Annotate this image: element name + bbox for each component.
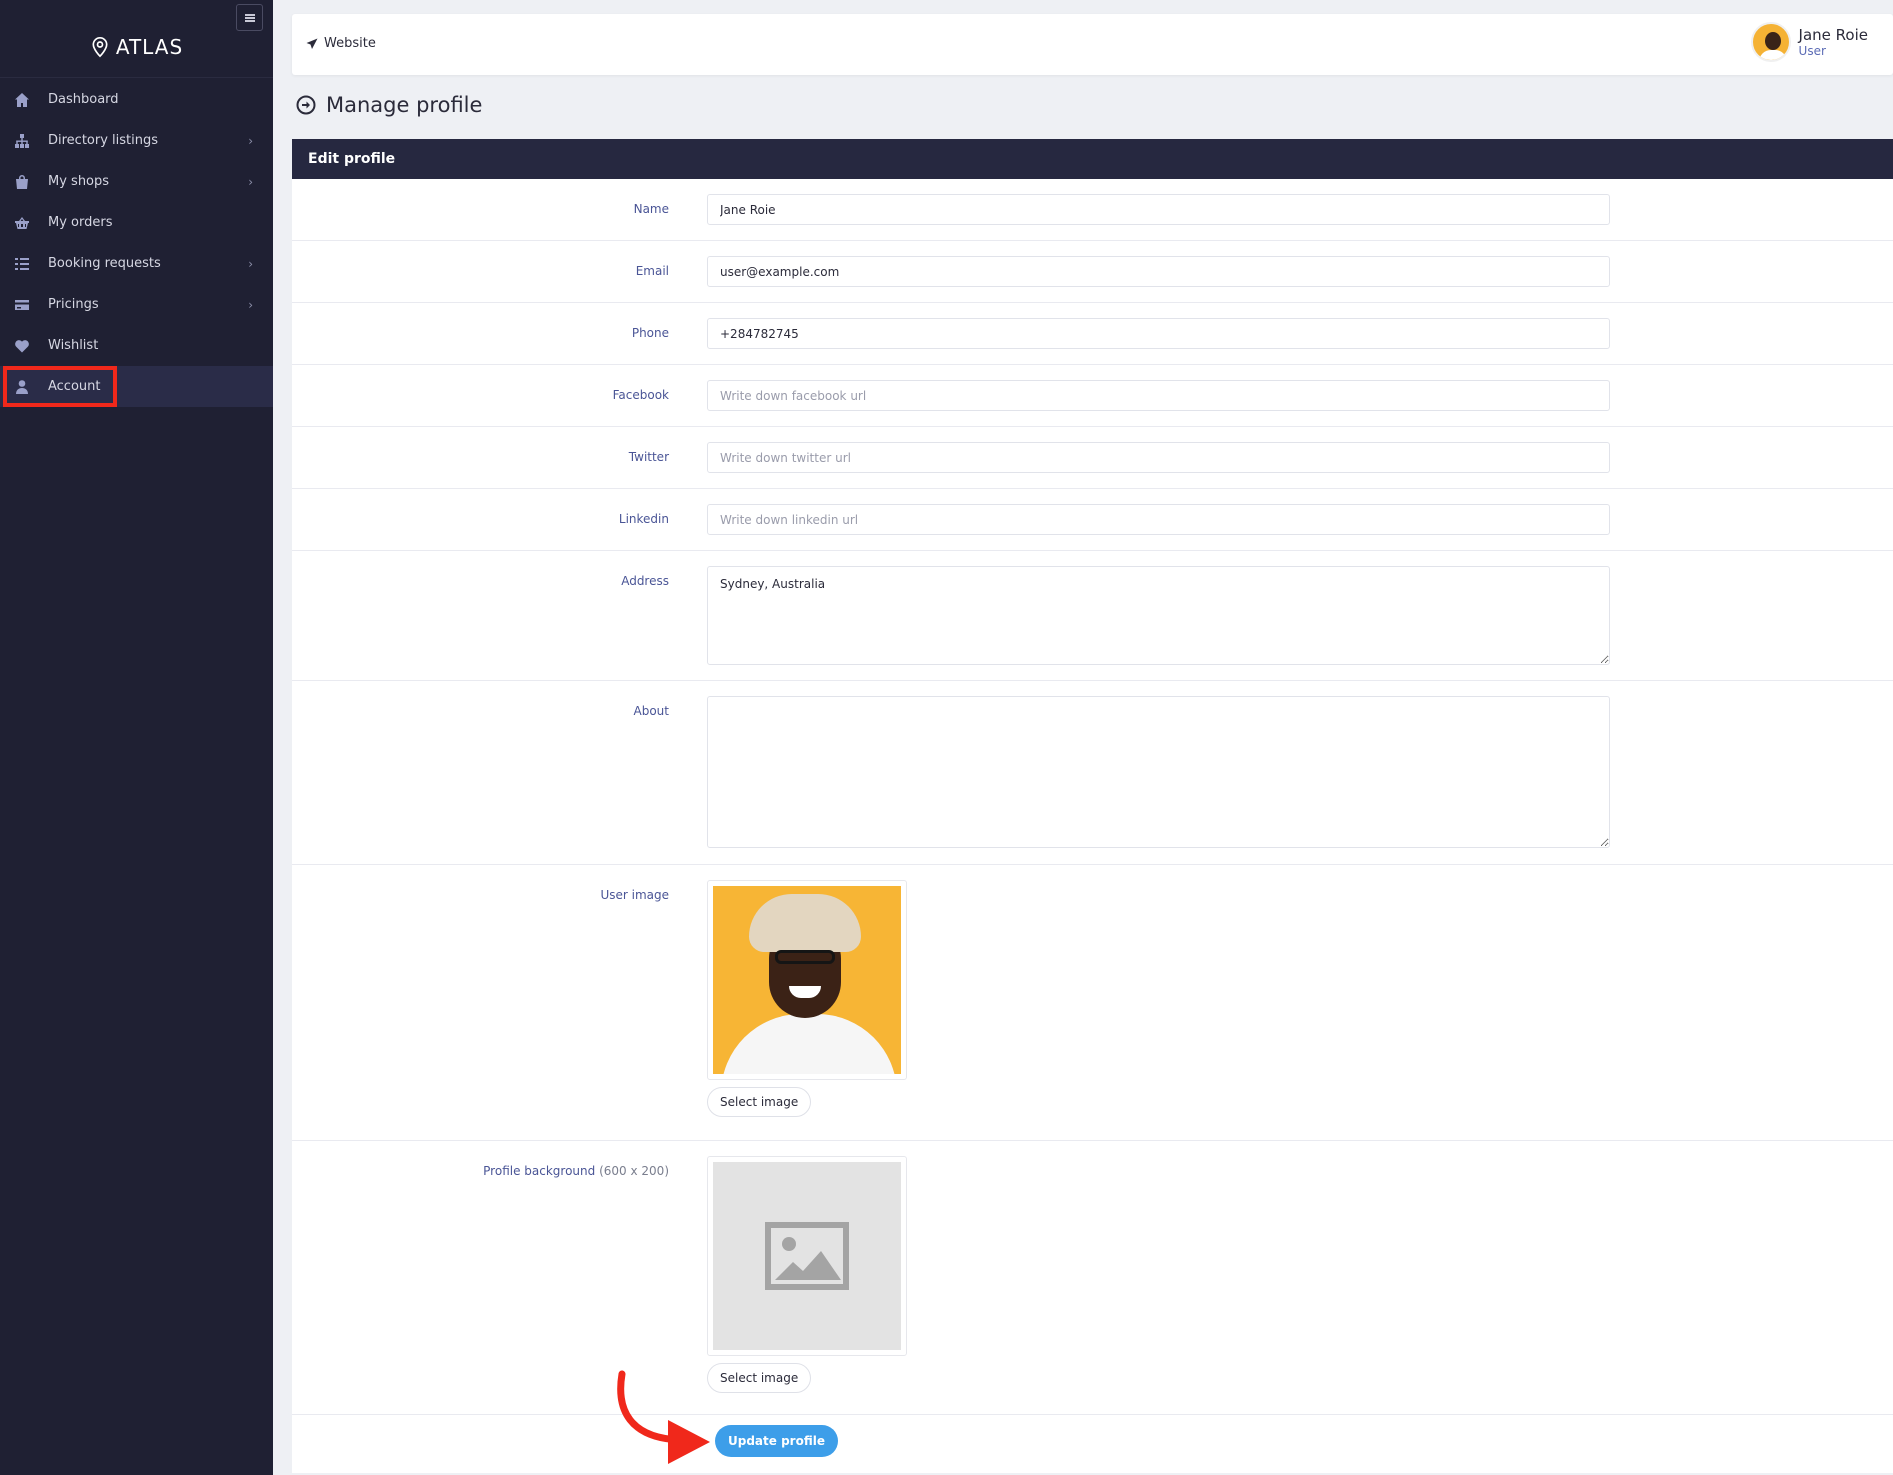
sidebar-item-booking-requests[interactable]: Booking requests ›	[0, 243, 273, 284]
arrow-circle-right-icon	[296, 95, 316, 115]
sidebar-item-label: Directory listings	[48, 133, 159, 148]
form-row-facebook: Facebook	[292, 365, 1893, 427]
sidebar-item-label: Pricings	[48, 297, 99, 312]
edit-profile-card: Edit profile Name Email Phone Facebook T…	[292, 139, 1893, 1473]
sidebar-item-wishlist[interactable]: Wishlist	[0, 325, 273, 366]
sidebar: ATLAS Dashboard Directory listings › My …	[0, 0, 273, 1475]
menu-icon	[244, 13, 255, 22]
form-row-about: About	[292, 681, 1893, 865]
sidebar-item-dashboard[interactable]: Dashboard	[0, 79, 273, 120]
credit-card-icon	[12, 295, 32, 315]
form-row-linkedin: Linkedin	[292, 489, 1893, 551]
select-user-image-button[interactable]: Select image	[707, 1087, 812, 1117]
update-profile-button[interactable]: Update profile	[715, 1425, 838, 1457]
email-input[interactable]	[707, 256, 1610, 287]
form-row-name: Name	[292, 179, 1893, 241]
sidebar-item-label: Wishlist	[48, 338, 99, 353]
name-label: Name	[633, 202, 669, 216]
sidebar-item-my-shops[interactable]: My shops ›	[0, 161, 273, 202]
facebook-label: Facebook	[612, 388, 669, 402]
sidebar-item-label: My orders	[48, 215, 113, 230]
heart-icon	[12, 336, 32, 356]
sidebar-item-my-orders[interactable]: My orders	[0, 202, 273, 243]
sidebar-item-label: My shops	[48, 174, 110, 189]
user-name: Jane Roie	[1798, 25, 1868, 44]
sidebar-toggle-button[interactable]	[236, 4, 263, 31]
card-header: Edit profile	[292, 139, 1893, 179]
form-row-email: Email	[292, 241, 1893, 303]
topbar: Website Jane Roie User	[292, 14, 1893, 75]
facebook-input[interactable]	[707, 380, 1610, 411]
avatar	[1750, 22, 1791, 62]
profile-background-size-hint: (600 x 200)	[599, 1164, 669, 1178]
sidebar-item-label: Dashboard	[48, 92, 119, 107]
linkedin-input[interactable]	[707, 504, 1610, 535]
phone-label: Phone	[631, 326, 669, 340]
basket-icon	[12, 213, 32, 233]
profile-background-preview	[707, 1156, 907, 1356]
arrow-annotation-icon	[617, 1370, 710, 1464]
image-icon	[765, 1222, 849, 1290]
user-photo	[713, 886, 901, 1074]
brand-name: ATLAS	[115, 35, 184, 59]
sidebar-divider	[0, 77, 273, 78]
shopping-bag-icon	[12, 172, 32, 192]
email-label: Email	[635, 264, 669, 278]
user-menu[interactable]: Jane Roie User	[1750, 22, 1868, 62]
select-background-image-button[interactable]: Select image	[707, 1363, 812, 1393]
twitter-label: Twitter	[628, 450, 669, 464]
chevron-right-icon: ›	[248, 174, 253, 189]
about-label: About	[633, 704, 669, 718]
form-row-profile-background: Profile background (600 x 200) Select im…	[292, 1141, 1893, 1415]
name-input[interactable]	[707, 194, 1610, 225]
profile-background-label: Profile background (600 x 200)	[483, 1164, 669, 1178]
phone-input[interactable]	[707, 318, 1610, 349]
about-textarea[interactable]	[707, 696, 1610, 848]
website-label: Website	[324, 36, 376, 51]
address-textarea[interactable]: Sydney, Australia	[707, 566, 1610, 665]
page-title-text: Manage profile	[326, 93, 483, 117]
home-icon	[12, 90, 32, 110]
chevron-right-icon: ›	[248, 256, 253, 271]
address-label: Address	[621, 574, 669, 588]
sidebar-item-label: Booking requests	[48, 256, 161, 271]
sidebar-nav: Dashboard Directory listings › My shops …	[0, 79, 273, 407]
map-pin-icon	[92, 36, 108, 58]
sitemap-icon	[12, 131, 32, 151]
user-image-preview	[707, 880, 907, 1080]
page-title: Manage profile	[296, 93, 482, 117]
tasks-icon	[12, 254, 32, 274]
profile-background-label-text: Profile background	[483, 1164, 596, 1178]
user-image-label: User image	[600, 888, 669, 902]
paper-plane-icon	[306, 38, 318, 49]
sidebar-item-pricings[interactable]: Pricings ›	[0, 284, 273, 325]
form-row-user-image: User image Select image	[292, 865, 1893, 1141]
form-row-phone: Phone	[292, 303, 1893, 365]
chevron-right-icon: ›	[248, 133, 253, 148]
form-row-address: Address Sydney, Australia	[292, 551, 1893, 681]
app-logo[interactable]: ATLAS	[0, 30, 273, 64]
linkedin-label: Linkedin	[618, 512, 669, 526]
form-row-twitter: Twitter	[292, 427, 1893, 489]
chevron-right-icon: ›	[248, 297, 253, 312]
sidebar-item-account[interactable]: Account	[0, 366, 273, 407]
highlight-box	[3, 366, 117, 407]
user-role: User	[1798, 43, 1826, 58]
sidebar-item-directory-listings[interactable]: Directory listings ›	[0, 120, 273, 161]
image-placeholder	[713, 1162, 901, 1350]
twitter-input[interactable]	[707, 442, 1610, 473]
website-link[interactable]: Website	[306, 36, 376, 51]
